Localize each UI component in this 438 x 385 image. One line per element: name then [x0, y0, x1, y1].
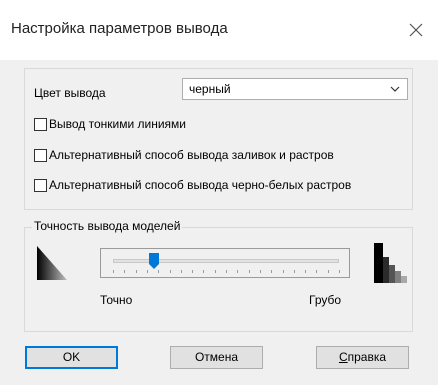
rough-label: Грубо	[309, 293, 342, 307]
output-color-select[interactable]: черный	[182, 78, 408, 100]
slider-thumb[interactable]	[149, 253, 159, 269]
alt-bw-raster-label: Альтернативный способ вывода черно-белых…	[49, 178, 352, 192]
slider-tick	[316, 270, 317, 273]
slider-tick	[170, 270, 171, 273]
slider-tick	[215, 270, 216, 273]
thin-lines-checkbox[interactable]	[34, 117, 47, 131]
option-alt-fills[interactable]: Альтернативный способ вывода заливок и р…	[34, 148, 334, 162]
ok-button[interactable]: OK	[25, 346, 118, 369]
slider-tick	[158, 270, 159, 273]
precise-label: Точно	[100, 293, 133, 307]
slider-tick	[249, 270, 250, 273]
window-title: Настройка параметров вывода	[11, 20, 228, 37]
slider-tick	[181, 270, 182, 273]
precision-group-title: Точность вывода моделей	[32, 219, 183, 233]
slider-tick	[328, 270, 329, 273]
slider-tick	[305, 270, 306, 273]
slider-track	[113, 259, 339, 263]
precision-group	[24, 227, 413, 332]
option-alt-bw-raster[interactable]: Альтернативный способ вывода черно-белых…	[34, 178, 351, 192]
help-label: правка	[347, 350, 387, 364]
thin-lines-label: Вывод тонкими линиями	[49, 117, 187, 131]
cancel-button[interactable]: Отмена	[170, 346, 263, 369]
alt-bw-raster-checkbox[interactable]	[34, 178, 47, 192]
slider-tick	[203, 270, 204, 273]
option-thin-lines[interactable]: Вывод тонкими линиями	[34, 117, 186, 131]
alt-fills-checkbox[interactable]	[34, 148, 47, 162]
slider-tick	[339, 270, 340, 273]
help-button[interactable]: Справка	[316, 346, 409, 369]
output-color-label: Цвет вывода	[34, 86, 106, 100]
help-mnemonic: С	[338, 350, 348, 364]
alt-fills-label: Альтернативный способ вывода заливок и р…	[49, 148, 334, 162]
rough-precision-icon	[374, 243, 412, 286]
slider-tick	[192, 270, 193, 273]
slider-tick	[113, 270, 114, 273]
slider-tick	[147, 270, 148, 273]
slider-tick	[124, 270, 125, 273]
slider-tick	[226, 270, 227, 273]
output-color-value: черный	[189, 82, 231, 96]
fine-precision-icon	[37, 246, 73, 285]
slider-tick	[283, 270, 284, 273]
slider-tick	[271, 270, 272, 273]
slider-tick	[294, 270, 295, 273]
slider-tick	[136, 270, 137, 273]
title-bar: Настройка параметров вывода	[0, 0, 438, 60]
slider-tick	[237, 270, 238, 273]
chevron-down-icon	[389, 83, 401, 95]
slider-tick	[260, 270, 261, 273]
close-icon[interactable]	[405, 19, 427, 41]
precision-slider[interactable]	[100, 248, 350, 278]
dialog-body: Цвет вывода черный Вывод тонкими линиями…	[0, 60, 438, 385]
